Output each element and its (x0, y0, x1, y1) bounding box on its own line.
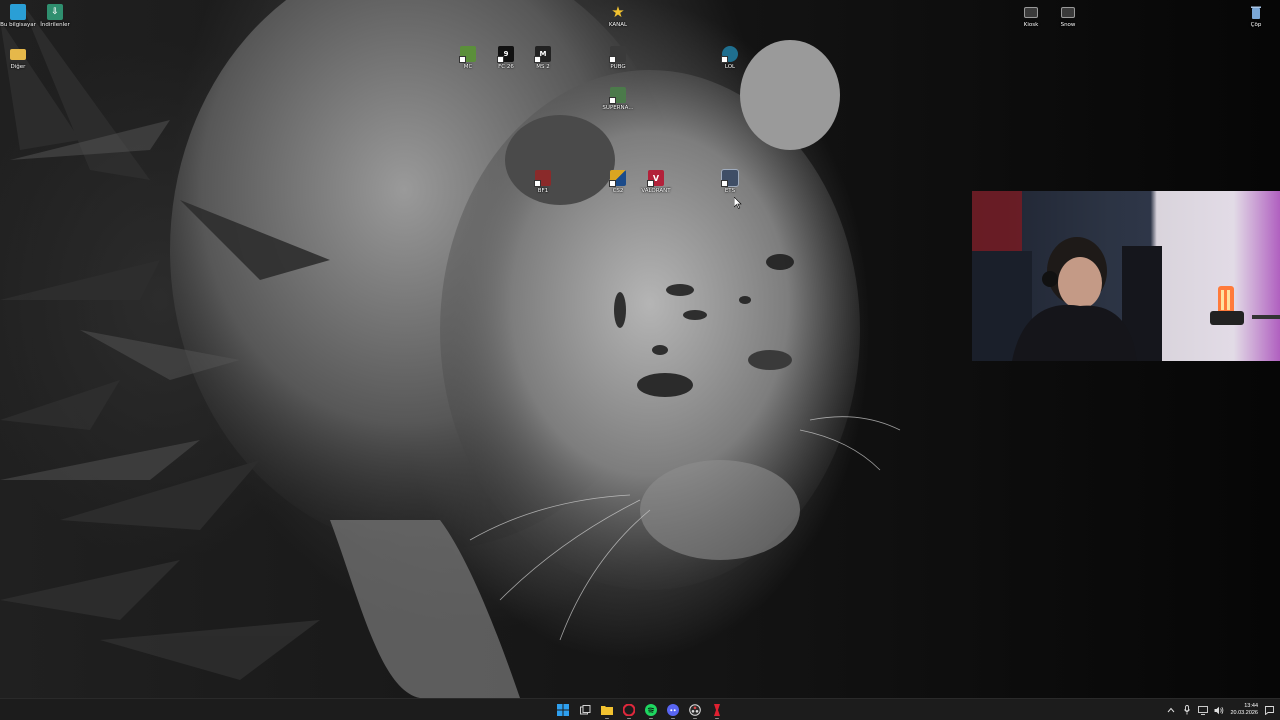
desktop-icon-label: MC (463, 64, 473, 70)
desktop-icon-mc[interactable]: MC (448, 46, 488, 71)
file-explorer-button[interactable] (598, 701, 616, 719)
desktop-icon-label: ETS (724, 188, 736, 194)
running-indicator (671, 717, 675, 719)
pubg-icon (609, 46, 626, 63)
red-app-icon (714, 704, 720, 716)
desktop-icon-cs2[interactable]: CS2 (598, 170, 638, 195)
lol-icon (721, 46, 738, 63)
spotify-button[interactable] (642, 701, 660, 719)
desktop-icon-label: Bu bilgisayar (0, 22, 36, 28)
folder-icon (10, 49, 26, 60)
running-indicator (693, 717, 697, 719)
webcam-feed (972, 191, 1280, 361)
network-button[interactable] (1198, 705, 1209, 715)
desktop-icon-downloads[interactable]: ⇩ İndirilenler (35, 4, 75, 29)
desktop-icon-ets[interactable]: ETS (710, 169, 750, 195)
desktop-icon-recycle-bin[interactable]: Çöp (1236, 4, 1276, 29)
recycle-bin-icon (1248, 4, 1264, 20)
recording-icon (689, 704, 701, 716)
desktop-icon-label: Kiosk (1023, 22, 1039, 28)
opera-icon (623, 704, 635, 716)
chevron-up-icon (1168, 707, 1175, 713)
desktop-icon-bf1[interactable]: BF1 (523, 170, 563, 195)
desktop-icon-label: İndirilenler (40, 22, 70, 28)
notification-icon (1264, 705, 1274, 715)
desktop-icon-label: MS 2 (536, 64, 550, 70)
start-button[interactable] (554, 701, 572, 719)
webcam-overlay (972, 191, 1280, 361)
volume-button[interactable] (1214, 705, 1224, 715)
folder-icon (601, 706, 613, 715)
desktop-icon-valorant[interactable]: V VALORANT (636, 170, 676, 195)
mouse-cursor-icon (734, 197, 742, 209)
desktop-icon-ms2[interactable]: M MS 2 (523, 46, 563, 71)
desktop-icon-label: LOL (724, 64, 736, 70)
spotify-icon (645, 704, 657, 716)
microphone-icon (1184, 705, 1191, 715)
kiosk-icon (1024, 7, 1038, 18)
desktop-icon-label: Çöp (1250, 22, 1262, 28)
desktop-icon-label: CS2 (612, 188, 624, 194)
desktop-icon-label: PUBG (610, 64, 626, 70)
clock-date: 20.03.2026 (1230, 710, 1258, 716)
fc26-icon: 9 (497, 46, 514, 63)
desktop-icon-label: SUPERNA... (602, 105, 634, 111)
desktop-icon-label: Snow (1060, 22, 1076, 28)
system-tray: 13:44 20.03.2026 (1166, 701, 1274, 719)
desktop-icon-label: FC 26 (498, 64, 514, 70)
star-icon: ★ (611, 3, 625, 21)
minecraft-icon (459, 46, 476, 63)
taskbar-clock[interactable]: 13:44 20.03.2026 (1230, 703, 1258, 717)
clock-time: 13:44 (1244, 703, 1258, 709)
running-indicator (627, 717, 631, 719)
opera-gx-button[interactable] (620, 701, 638, 719)
task-view-button[interactable] (576, 701, 594, 719)
running-indicator (649, 717, 653, 719)
desktop-icon-snow[interactable]: Snow (1048, 4, 1088, 29)
desktop-icon-this-pc[interactable]: Bu bilgisayar (0, 4, 38, 29)
desktop-icon-lol[interactable]: LOL (710, 46, 750, 71)
desktop-icon-kanal[interactable]: ★ KANAL (598, 3, 638, 29)
desktop-icon-fc26[interactable]: 9 FC 26 (486, 46, 526, 71)
desktop-icon-kiosk[interactable]: Kiosk (1011, 4, 1051, 29)
computer-icon (10, 4, 26, 20)
task-view-icon (579, 705, 590, 715)
app-button[interactable] (708, 701, 726, 719)
windows-logo-icon (557, 704, 569, 716)
show-hidden-icons-button[interactable] (1166, 705, 1176, 715)
network-icon (1198, 705, 1209, 715)
running-indicator (715, 717, 719, 719)
cs2-icon (609, 170, 626, 187)
discord-icon (667, 704, 679, 716)
supernatural-icon (609, 87, 626, 104)
desktop-icon-label: BF1 (537, 188, 549, 194)
ets-icon (721, 169, 739, 187)
download-folder-icon: ⇩ (47, 4, 63, 20)
discord-button[interactable] (664, 701, 682, 719)
ms2-icon: M (534, 46, 551, 63)
taskbar: 13:44 20.03.2026 (0, 698, 1280, 720)
desktop-icon-label: Diğer (10, 64, 26, 70)
valorant-icon: V (647, 170, 664, 187)
notifications-button[interactable] (1264, 705, 1274, 715)
desktop-icon-supernatural[interactable]: SUPERNA... (598, 87, 638, 112)
microphone-button[interactable] (1182, 705, 1192, 715)
speaker-icon (1214, 706, 1224, 714)
running-indicator (605, 717, 609, 719)
desktop-icon-label: VALORANT (641, 188, 671, 194)
obs-button[interactable] (686, 701, 704, 719)
desktop-icon-label: KANAL (608, 22, 628, 28)
taskbar-app-list (554, 701, 726, 719)
snow-icon (1061, 7, 1075, 18)
bf1-icon (534, 170, 551, 187)
desktop-icon-other[interactable]: Diğer (0, 46, 38, 71)
desktop-icon-pubg[interactable]: PUBG (598, 46, 638, 71)
